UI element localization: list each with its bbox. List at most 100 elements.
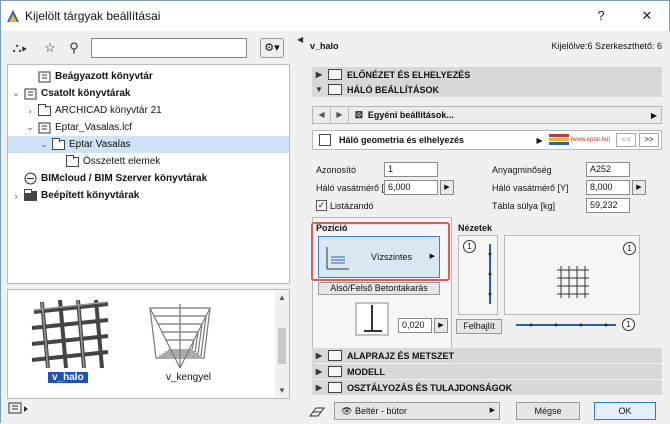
- material-field[interactable]: A252: [586, 162, 630, 177]
- geometry-page-bar: Háló geometria és elhelyezés ▶ [www.epta…: [312, 130, 662, 150]
- plan-view: 1: [504, 235, 640, 315]
- prev-page-icon[interactable]: ◀: [313, 107, 331, 123]
- help-button[interactable]: ?: [579, 3, 623, 29]
- section-mesh-settings[interactable]: ▼ HÁLÓ BEÁLLÍTÁSOK: [312, 82, 662, 97]
- tree-item[interactable]: Összetett elemek: [8, 153, 160, 170]
- weight-field[interactable]: 59,232: [586, 198, 630, 213]
- layer-value: Beltér - bútor: [354, 406, 407, 416]
- classification-section-icon: [328, 382, 342, 393]
- model-section-icon: [328, 366, 342, 377]
- gear-icon[interactable]: ⚙▾: [260, 38, 284, 58]
- ok-button[interactable]: OK: [594, 402, 656, 420]
- thumbnail-v-kengyel[interactable]: v_kengyel: [140, 298, 220, 390]
- tree-item[interactable]: Beágyazott könyvtár: [8, 68, 153, 85]
- folder-icon: [37, 103, 51, 117]
- tree-item[interactable]: BIMcloud / BIM Szerver könyvtárak: [8, 170, 207, 187]
- thumbnail-v-halo[interactable]: v_halo: [30, 298, 110, 390]
- dia-x-arrow-icon[interactable]: ▶: [440, 180, 454, 195]
- close-button[interactable]: ✕: [625, 3, 669, 29]
- dia-x-field[interactable]: 6,000: [384, 180, 438, 195]
- dialog-window: Kijelölt tárgyak beállításai ? ✕ ⛬▸ ☆ ⚲ …: [0, 0, 670, 424]
- tree-item[interactable]: ⌄ Csatolt könyvtárak: [8, 85, 130, 102]
- section-preview[interactable]: ▶ ELŐNÉZET ÉS ELHELYEZÉS: [312, 67, 662, 82]
- side-rebar-icon: [488, 244, 492, 304]
- listable-label: Listázandó: [330, 201, 374, 211]
- tree-item-label: Eptar Vasalas: [69, 139, 131, 150]
- scroll-down-icon[interactable]: ▼: [278, 386, 286, 395]
- bend-button[interactable]: Felhajlít: [456, 319, 502, 334]
- expand-arrow-icon: ▶: [315, 367, 323, 376]
- dialog-footer: 👁 Beltér - bútor ▶ Mégse OK: [304, 398, 670, 424]
- search-icon[interactable]: ⚲: [65, 37, 83, 59]
- folder-icon: [23, 188, 37, 202]
- layer-dropdown[interactable]: 👁 Beltér - bútor ▶: [334, 402, 500, 420]
- views-title: Nézetek: [458, 223, 493, 233]
- title-bar: Kijelölt tárgyak beállításai ? ✕: [1, 1, 669, 31]
- front-rebar-icon: [516, 323, 616, 327]
- cover-field[interactable]: 0,020: [398, 318, 432, 333]
- next-page-icon[interactable]: ▶: [331, 107, 349, 123]
- settings-panel: v_halo Kijelölve:6 Szerkeszthető: 6 ▶ EL…: [304, 31, 670, 424]
- favorites-icon[interactable]: ☆: [41, 37, 59, 59]
- section-title: MODELL: [347, 366, 385, 377]
- next-button[interactable]: >>: [639, 133, 659, 147]
- library-tree: Beágyazott könyvtár ⌄ Csatolt könyvtárak › A…: [7, 64, 290, 284]
- tree-item[interactable]: › ARCHICAD könyvtár 21: [8, 102, 162, 119]
- id-field[interactable]: 1: [384, 162, 438, 177]
- cover-button[interactable]: Alsó/Felső Betontakarás: [318, 282, 440, 295]
- chevron-down-icon[interactable]: ⌄: [11, 88, 21, 99]
- section-title: ELŐNÉZET ÉS ELHELYEZÉS: [347, 69, 471, 80]
- chevron-right-icon[interactable]: ›: [25, 106, 35, 116]
- cloud-icon: [23, 172, 37, 185]
- view-badge: 1: [623, 242, 636, 255]
- scroll-thumb[interactable]: [278, 328, 286, 364]
- library-manager-button[interactable]: [7, 401, 37, 421]
- section-plan[interactable]: ▶ ALAPRAJZ ÉS METSZET: [312, 348, 662, 363]
- section-classification[interactable]: ▶ OSZTÁLYOZÁS ÉS TULAJDONSÁGOK: [312, 380, 662, 395]
- material-label: Anyagminőség: [492, 165, 552, 175]
- eptar-link[interactable]: [www.eptar.hu]: [571, 137, 610, 143]
- panel-splitter[interactable]: ◀: [296, 31, 304, 424]
- section-title: ALAPRAJZ ÉS METSZET: [347, 350, 455, 361]
- submenu-arrow-icon[interactable]: ▶: [651, 111, 657, 120]
- tree-view-icon[interactable]: ⛬▸: [9, 37, 31, 59]
- window-title: Kijelölt tárgyak beállításai: [25, 9, 161, 23]
- thumbnail-scrollbar[interactable]: ▲ ▼: [275, 290, 289, 398]
- folder-icon: [51, 137, 65, 151]
- scroll-up-icon[interactable]: ▲: [278, 293, 286, 302]
- search-input[interactable]: [91, 38, 247, 58]
- tree-item-label: ARCHICAD könyvtár 21: [55, 105, 162, 116]
- geometry-icon: [319, 134, 331, 146]
- tree-item[interactable]: ⌄ Eptar Vasalas: [8, 136, 289, 153]
- tree-item[interactable]: ⌄ Eptar_Vasalas.lcf: [8, 119, 132, 136]
- dia-y-arrow-icon[interactable]: ▶: [632, 180, 646, 195]
- view-badge: 1: [463, 240, 476, 253]
- expand-arrow-icon: ▶: [315, 351, 323, 360]
- geometry-page-label[interactable]: Háló geometria és elhelyezés: [339, 135, 464, 145]
- dia-y-field[interactable]: 8,000: [586, 180, 630, 195]
- tree-item-label: Összetett elemek: [83, 156, 161, 167]
- page-menu-arrow-icon[interactable]: ▶: [536, 136, 542, 145]
- library-manager-icon: [8, 402, 28, 414]
- chevron-down-icon[interactable]: ⌄: [25, 122, 35, 133]
- thumbnail-label: v_kengyel: [166, 372, 212, 383]
- prev-button[interactable]: <<: [616, 133, 636, 147]
- folder-icon: [65, 154, 79, 168]
- app-icon: [7, 10, 19, 22]
- listable-checkbox[interactable]: ✓: [316, 200, 327, 211]
- library-toolbar: ⛬▸ ☆ ⚲ ⚙▾: [7, 37, 287, 59]
- cancel-button[interactable]: Mégse: [516, 402, 580, 420]
- chevron-down-icon[interactable]: ⌄: [39, 139, 49, 150]
- custom-settings-label[interactable]: Egyéni beállítások...: [368, 110, 454, 120]
- library-panel: ⛬▸ ☆ ⚲ ⚙▾ Beágyazott könyvtár ⌄ Csatolt kö…: [1, 31, 296, 424]
- tree-item-label: Eptar_Vasalas.lcf: [55, 122, 133, 133]
- chevron-right-icon[interactable]: ›: [11, 191, 21, 201]
- dia-y-label: Háló vasátmérő [Y]: [492, 183, 569, 193]
- mesh-section-icon: [328, 84, 342, 95]
- cover-arrow-icon[interactable]: ▶: [434, 318, 448, 333]
- section-model[interactable]: ▶ MODELL: [312, 364, 662, 379]
- tree-item[interactable]: › Beépített könyvtárak: [8, 187, 139, 204]
- section-title: OSZTÁLYOZÁS ÉS TULAJDONSÁGOK: [347, 382, 513, 393]
- collapse-arrow-icon[interactable]: ◀: [297, 35, 303, 44]
- custom-settings-icon: ⚄: [355, 109, 363, 120]
